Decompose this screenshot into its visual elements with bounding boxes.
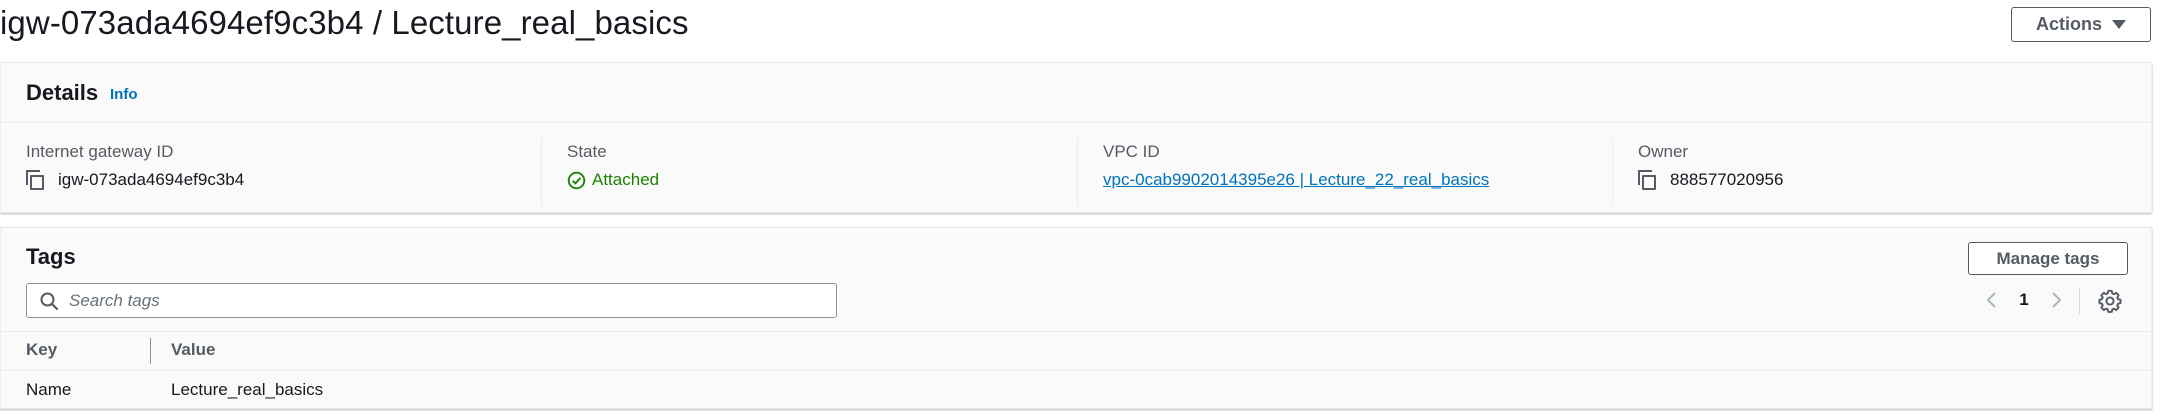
vpc-id-link[interactable]: vpc-0cab9902014395e26 | Lecture_22_real_…: [1103, 170, 1489, 190]
owner-value: 888577020956: [1670, 170, 1784, 189]
caret-down-icon: [2112, 20, 2126, 29]
search-tags-box: [26, 283, 837, 318]
actions-button[interactable]: Actions: [2011, 7, 2151, 42]
detail-owner: Owner 888577020956: [1612, 138, 2152, 206]
manage-tags-button[interactable]: Manage tags: [1968, 242, 2128, 275]
search-tags-input[interactable]: [69, 290, 809, 311]
page-number[interactable]: 1: [2003, 290, 2045, 310]
internet-gateway-detail-page: igw-073ada4694ef9c3b4 / Lecture_real_bas…: [0, 0, 2165, 420]
chevron-left-icon: [1986, 292, 1996, 308]
chevron-right-icon: [2052, 292, 2062, 308]
state-value: Attached: [592, 170, 660, 189]
tags-title: Tags: [26, 244, 76, 269]
gateway-id-value: igw-073ada4694ef9c3b4: [58, 170, 245, 189]
detail-vpc-id: VPC ID vpc-0cab9902014395e26 | Lecture_2…: [1077, 138, 1613, 206]
details-title: Details: [26, 80, 99, 105]
actions-button-label: Actions: [2035, 14, 2102, 34]
pagination-divider: [2079, 288, 2080, 314]
manage-tags-label: Manage tags: [1996, 248, 2100, 268]
check-circle-icon: [567, 171, 586, 189]
details-panel: Details Info Internet gateway ID igw-073…: [0, 62, 2152, 213]
gateway-id-value-row: igw-073ada4694ef9c3b4: [26, 169, 244, 191]
state-label: State: [567, 142, 607, 161]
search-icon: [40, 292, 59, 310]
tags-panel: Tags Manage tags 1: [0, 227, 2152, 409]
pagination: 1: [1981, 286, 2067, 314]
vpc-id-value-row: vpc-0cab9902014395e26 | Lecture_22_real_…: [1103, 169, 1489, 191]
detail-state: State Attached: [541, 138, 1077, 206]
table-row: Name Lecture_real_basics: [1, 371, 2151, 409]
gear-icon[interactable]: [2097, 288, 2123, 314]
details-panel-header: Details Info: [1, 63, 2151, 123]
column-header-value[interactable]: Value: [171, 340, 215, 360]
page-title: igw-073ada4694ef9c3b4 / Lecture_real_bas…: [0, 4, 689, 41]
copy-icon[interactable]: [26, 169, 48, 191]
owner-label: Owner: [1638, 142, 1689, 161]
vpc-id-label: VPC ID: [1103, 142, 1160, 161]
tag-key-cell: Name: [26, 380, 72, 399]
info-link[interactable]: Info: [110, 86, 138, 103]
owner-value-row: 888577020956: [1638, 169, 1783, 191]
state-value-row: Attached: [567, 169, 659, 191]
detail-gateway-id: Internet gateway ID igw-073ada4694ef9c3b…: [1, 138, 541, 206]
tags-table-header: Key Value: [1, 331, 2151, 371]
gateway-id-label: Internet gateway ID: [26, 142, 174, 161]
tag-value-cell: Lecture_real_basics: [171, 380, 324, 399]
column-header-key[interactable]: Key: [26, 340, 57, 360]
next-page-button[interactable]: [2045, 289, 2067, 311]
copy-icon[interactable]: [1638, 169, 1660, 191]
column-resizer[interactable]: [150, 338, 151, 364]
page-header: igw-073ada4694ef9c3b4 / Lecture_real_bas…: [0, 0, 2165, 54]
previous-page-button[interactable]: [1981, 289, 2003, 311]
